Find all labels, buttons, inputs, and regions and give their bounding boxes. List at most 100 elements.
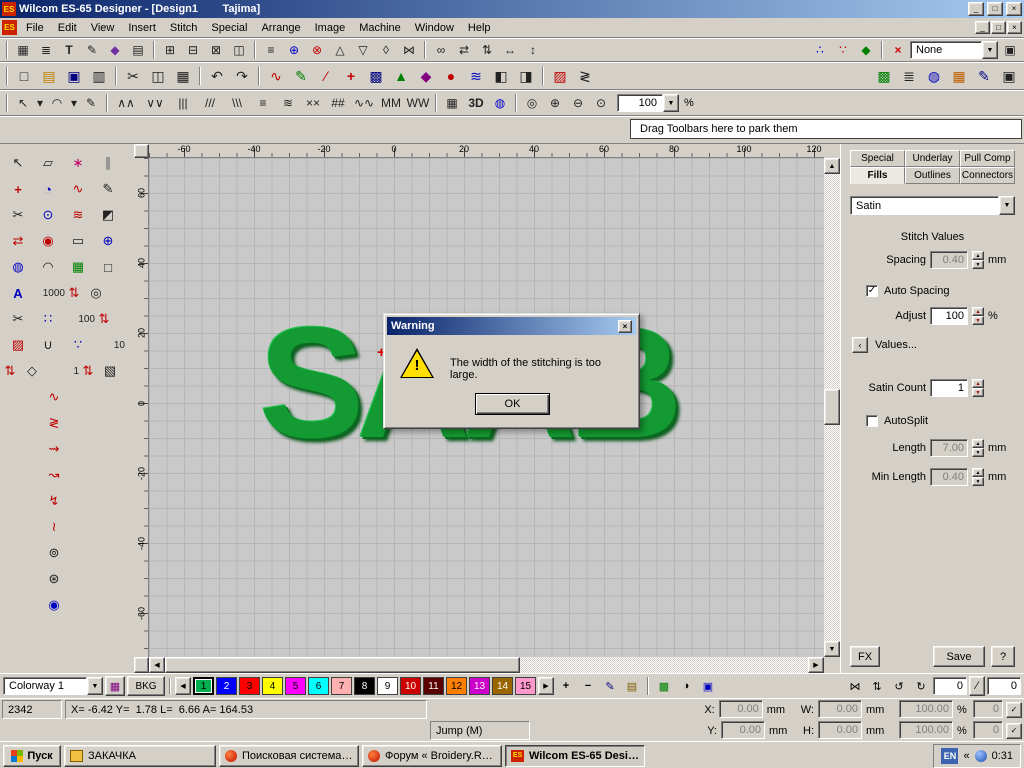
artistic-view-icon[interactable]: ▲	[389, 64, 413, 88]
align-icon[interactable]: ≡	[260, 40, 282, 60]
zoom-fit-icon[interactable]: ⊙	[590, 93, 612, 113]
wave-stitch-icon[interactable]: ≋	[276, 93, 300, 113]
motif-stitch-icon[interactable]: ∿∿	[351, 93, 377, 113]
scale-y-field[interactable]: 100.00	[899, 721, 953, 739]
preset-1[interactable]: 1	[47, 358, 81, 384]
knife-tool[interactable]: ✂	[3, 306, 33, 332]
chevron-down-icon[interactable]: ▼	[982, 41, 998, 59]
stitch-points-icon[interactable]: ∴	[809, 40, 831, 60]
print-icon[interactable]: ▥	[87, 64, 111, 88]
spin-up-icon[interactable]: ▲	[972, 251, 984, 260]
digitize-icon[interactable]: ✎	[289, 64, 313, 88]
cut-icon[interactable]: ✂	[121, 64, 145, 88]
tab-underlay[interactable]: Underlay	[905, 150, 960, 167]
triangle-down-icon[interactable]: ▽	[352, 40, 374, 60]
length-spinner[interactable]: ▲ ▼	[972, 439, 984, 457]
stitch-curve-icon[interactable]: ≀	[39, 514, 69, 540]
target-tool[interactable]: ⊕	[93, 228, 123, 254]
tray-chevron-icon[interactable]: «	[963, 750, 969, 762]
auto-spacing-checkbox[interactable]: ✓	[866, 285, 878, 297]
minimize-button[interactable]: _	[968, 2, 984, 16]
x-position-field[interactable]: 0.00	[719, 700, 763, 718]
zoom-in-icon[interactable]: ⊕	[544, 93, 566, 113]
rotate-y-field[interactable]: 0	[973, 721, 1003, 739]
red-hatch-tool[interactable]: ▨	[3, 332, 33, 358]
min-length-input[interactable]: 0.40	[930, 468, 968, 486]
tab-connectors[interactable]: Connectors	[960, 167, 1015, 184]
dialog-close-icon[interactable]: ×	[618, 320, 632, 333]
penetration-tool[interactable]: +	[3, 176, 33, 202]
undo-icon[interactable]: ↶	[205, 64, 229, 88]
select-flyout-arrow[interactable]: ▾	[35, 93, 45, 113]
fx-button[interactable]: FX	[850, 646, 880, 667]
edit-color-icon[interactable]: ✎	[600, 676, 620, 696]
scroll-left-icon[interactable]: ◀	[149, 657, 165, 673]
stitch-bolt-icon[interactable]: ↯	[39, 488, 69, 514]
palette-color-3[interactable]: 3	[239, 677, 260, 695]
w-stitch-icon[interactable]: WW	[405, 93, 431, 113]
menu-arrange[interactable]: Arrange	[254, 19, 307, 37]
new-design-icon[interactable]: □	[12, 64, 36, 88]
palette-scroll-left-icon[interactable]: ◀	[175, 677, 191, 695]
fabric-icon[interactable]: ▦	[947, 64, 971, 88]
layout-icon[interactable]: ▤	[127, 40, 149, 60]
zoom-tool-icon[interactable]: ◎	[521, 93, 543, 113]
run-stitch-icon[interactable]: ∿	[264, 64, 288, 88]
spin-down-icon[interactable]: ▼	[972, 477, 984, 486]
language-indicator[interactable]: EN	[941, 748, 958, 764]
palette-color-2[interactable]: 2	[216, 677, 237, 695]
remove-color-icon[interactable]: −	[578, 676, 598, 696]
menu-view[interactable]: View	[84, 19, 122, 37]
half-left-icon[interactable]: ◧	[489, 64, 513, 88]
thread-chart-icon[interactable]: ▩	[654, 676, 674, 696]
curve-flyout-arrow[interactable]: ▾	[69, 93, 79, 113]
scroll-right-icon[interactable]: ▶	[808, 657, 824, 673]
swap-direction-icon[interactable]: ⇄	[453, 40, 475, 60]
edit-object-icon[interactable]: ✎	[81, 40, 103, 60]
palette-color-7[interactable]: 7	[331, 677, 352, 695]
wave-fill-icon[interactable]: ≋	[464, 64, 488, 88]
vertical-scrollbar[interactable]: ▲ ▼	[824, 158, 840, 657]
width-field[interactable]: 0.00	[818, 700, 862, 718]
zoom-out-icon[interactable]: ⊖	[567, 93, 589, 113]
stitch-travel-icon[interactable]: ⇝	[39, 436, 69, 462]
tray-status-icon[interactable]	[975, 750, 987, 762]
palette-color-11[interactable]: 11	[423, 677, 444, 695]
thread-colors-icon[interactable]: ▩	[872, 64, 896, 88]
colorway-combobox[interactable]: Colorway 1 ▼	[3, 677, 103, 695]
palette-color-14[interactable]: 14	[492, 677, 513, 695]
stitch-points-alt-icon[interactable]: ∵	[832, 40, 854, 60]
satin-count-input[interactable]: 1	[930, 379, 968, 397]
transform-apply-icon[interactable]: ✓	[1006, 723, 1022, 739]
rotate-cw-icon[interactable]: ↻	[911, 676, 931, 696]
stitch-jump-icon[interactable]: ≷	[39, 410, 69, 436]
frame-tool[interactable]: □	[93, 254, 123, 280]
values-flyout-button[interactable]: ‹	[852, 337, 868, 353]
preset-1-arrows[interactable]: ⇅	[81, 358, 95, 384]
grid-settings-icon[interactable]: ▦	[12, 40, 34, 60]
satin-tool[interactable]: ≋	[63, 202, 93, 228]
tab-outlines[interactable]: Outlines	[905, 167, 960, 184]
thread-doc-icon[interactable]: ▤	[622, 676, 642, 696]
m-stitch-icon[interactable]: MM	[378, 93, 404, 113]
stitch-filter-combobox[interactable]: None ▼	[910, 41, 998, 59]
menu-machine[interactable]: Machine	[352, 19, 408, 37]
needle-icon[interactable]: ◆	[855, 40, 877, 60]
save-design-icon[interactable]: ▣	[62, 64, 86, 88]
mdi-restore-button[interactable]: □	[991, 21, 1006, 34]
diamond-tool[interactable]: ◇	[17, 358, 47, 384]
preset-1000[interactable]: 1000	[33, 280, 67, 306]
save-button[interactable]: Save	[933, 646, 985, 667]
palette-color-4[interactable]: 4	[262, 677, 283, 695]
reshape-tool[interactable]: ▱	[33, 150, 63, 176]
zigzag-stitch-icon[interactable]: ∧∧	[112, 93, 140, 113]
chevron-down-icon[interactable]: ▼	[999, 196, 1015, 215]
fill-stitch-icon[interactable]: ▩	[364, 64, 388, 88]
length-input[interactable]: 7.00	[930, 439, 968, 457]
scroll-up-icon[interactable]: ▲	[824, 158, 840, 174]
palette-color-5[interactable]: 5	[285, 677, 306, 695]
cross-stitch-icon[interactable]: ××	[301, 93, 325, 113]
spin-up-icon[interactable]: ▲	[972, 468, 984, 477]
menu-edit[interactable]: Edit	[51, 19, 84, 37]
task-folder-zakachka[interactable]: ЗАКАЧКА	[64, 745, 216, 767]
